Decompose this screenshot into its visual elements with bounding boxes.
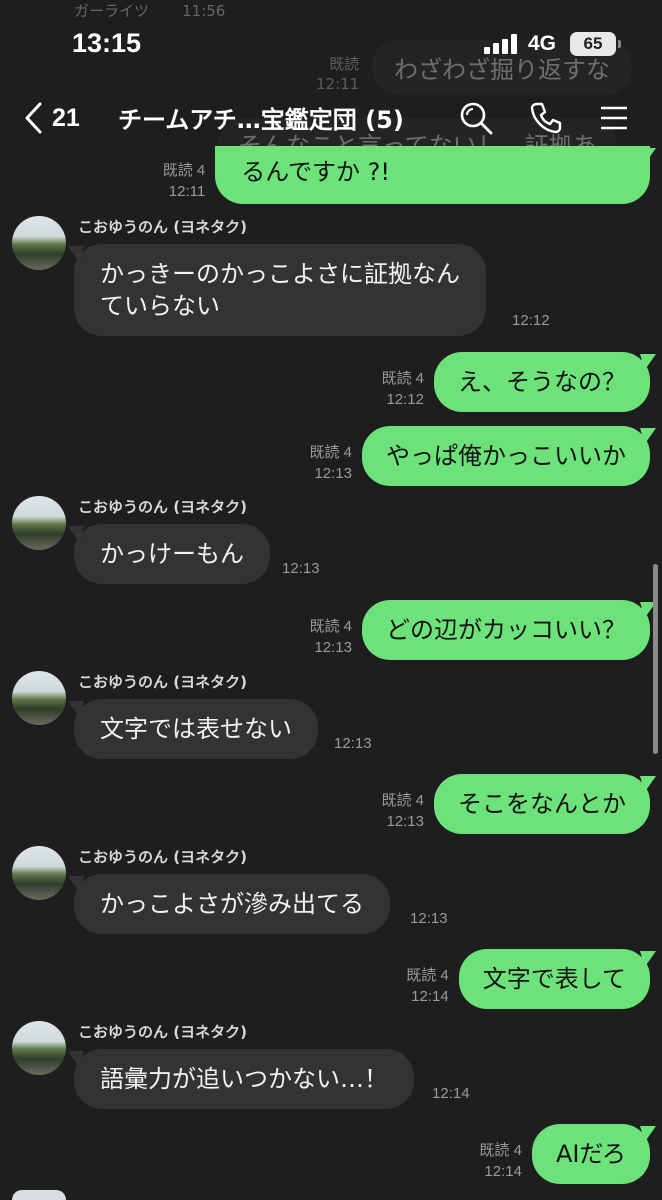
avatar[interactable] bbox=[12, 1021, 66, 1075]
sender-name: こおゆうのん (ヨネタク) bbox=[78, 498, 247, 516]
message-time: 12:13 bbox=[282, 560, 320, 577]
message-meta: 既読 4 12:11 bbox=[162, 162, 206, 200]
message-list[interactable]: るんですか ?! 既読 4 12:11 こおゆうのん (ヨネタク) かっきーのか… bbox=[0, 0, 662, 1200]
message-bubble[interactable]: どの辺がカッコいい？ bbox=[362, 600, 650, 660]
call-button[interactable] bbox=[526, 98, 566, 138]
outgoing-message[interactable]: 文字で表して 既読 4 12:14 bbox=[406, 949, 650, 1009]
message-meta: 既読 4 12:13 bbox=[309, 444, 352, 482]
message-meta: 既読 4 12:13 bbox=[381, 792, 424, 830]
outgoing-message[interactable]: どの辺がカッコいい？ 既読 4 12:13 bbox=[309, 600, 650, 660]
message-bubble[interactable]: かっこよさが滲み出てる bbox=[74, 874, 390, 934]
scrollbar[interactable] bbox=[653, 564, 658, 754]
outgoing-message[interactable]: え、そうなの？ 既読 4 12:12 bbox=[381, 352, 650, 412]
outgoing-message[interactable]: そこをなんとか 既読 4 12:13 bbox=[381, 774, 650, 834]
chevron-left-icon bbox=[25, 102, 42, 134]
chat-header: 21 チームアチ…宝鑑定団 (5) bbox=[0, 88, 662, 150]
message-time: 12:12 bbox=[512, 312, 550, 329]
message-meta: 既読 4 12:14 bbox=[406, 967, 449, 1005]
outgoing-message[interactable]: るんですか ?! 既読 4 12:11 bbox=[163, 146, 650, 204]
message-time: 12:14 bbox=[432, 1085, 470, 1102]
message-time: 12:13 bbox=[410, 910, 448, 927]
message-bubble[interactable]: やっぱ俺かっこいいか bbox=[362, 426, 650, 486]
message-time: 12:13 bbox=[334, 735, 372, 752]
message-bubble[interactable]: るんですか ?! bbox=[215, 146, 650, 204]
avatar[interactable] bbox=[12, 496, 66, 550]
message-bubble[interactable]: 文字で表して bbox=[458, 949, 650, 1009]
search-icon bbox=[460, 102, 493, 135]
phone-icon bbox=[530, 102, 562, 134]
clock: 13:15 bbox=[72, 28, 142, 58]
avatar[interactable] bbox=[12, 216, 66, 270]
signal-icon bbox=[484, 34, 520, 54]
back-button[interactable]: 21 bbox=[22, 96, 80, 140]
message-meta: 既読 4 12:14 bbox=[479, 1142, 522, 1180]
network-type: 4G bbox=[528, 32, 557, 55]
avatar[interactable] bbox=[12, 671, 66, 725]
chat-title[interactable]: チームアチ…宝鑑定団 (5) bbox=[118, 100, 436, 135]
hamburger-menu-icon bbox=[601, 106, 627, 130]
avatar[interactable] bbox=[12, 1190, 66, 1200]
status-bar: 13:15 4G 65 bbox=[0, 0, 662, 88]
message-bubble[interactable]: 語彙力が追いつかない…！ bbox=[74, 1049, 414, 1109]
avatar[interactable] bbox=[12, 846, 66, 900]
message-meta: 既読 4 12:12 bbox=[381, 370, 424, 408]
message-bubble[interactable]: かっきーのかっこよさに証拠なん ていらない bbox=[74, 244, 486, 336]
message-bubble[interactable]: え、そうなの？ bbox=[434, 352, 650, 412]
message-bubble[interactable]: そこをなんとか bbox=[434, 774, 650, 834]
sender-name: こおゆうのん (ヨネタク) bbox=[78, 218, 247, 236]
message-bubble[interactable]: AIだろ bbox=[531, 1124, 650, 1184]
message-bubble[interactable]: かっけーもん bbox=[74, 524, 270, 584]
outgoing-message[interactable]: やっぱ俺かっこいいか 既読 4 12:13 bbox=[309, 426, 650, 486]
message-bubble[interactable]: 文字では表せない bbox=[74, 699, 318, 759]
message-meta: 既読 4 12:13 bbox=[309, 618, 352, 656]
outgoing-message[interactable]: AIだろ 既読 4 12:14 bbox=[479, 1124, 650, 1184]
sender-name: こおゆうのん (ヨネタク) bbox=[78, 1023, 247, 1041]
battery-icon: 65 bbox=[570, 32, 621, 56]
menu-button[interactable] bbox=[594, 98, 634, 138]
sender-name: こおゆうのん (ヨネタク) bbox=[78, 848, 247, 866]
sender-name: こおゆうのん (ヨネタク) bbox=[78, 673, 247, 691]
search-button[interactable] bbox=[456, 98, 496, 138]
unread-count: 21 bbox=[52, 103, 80, 132]
